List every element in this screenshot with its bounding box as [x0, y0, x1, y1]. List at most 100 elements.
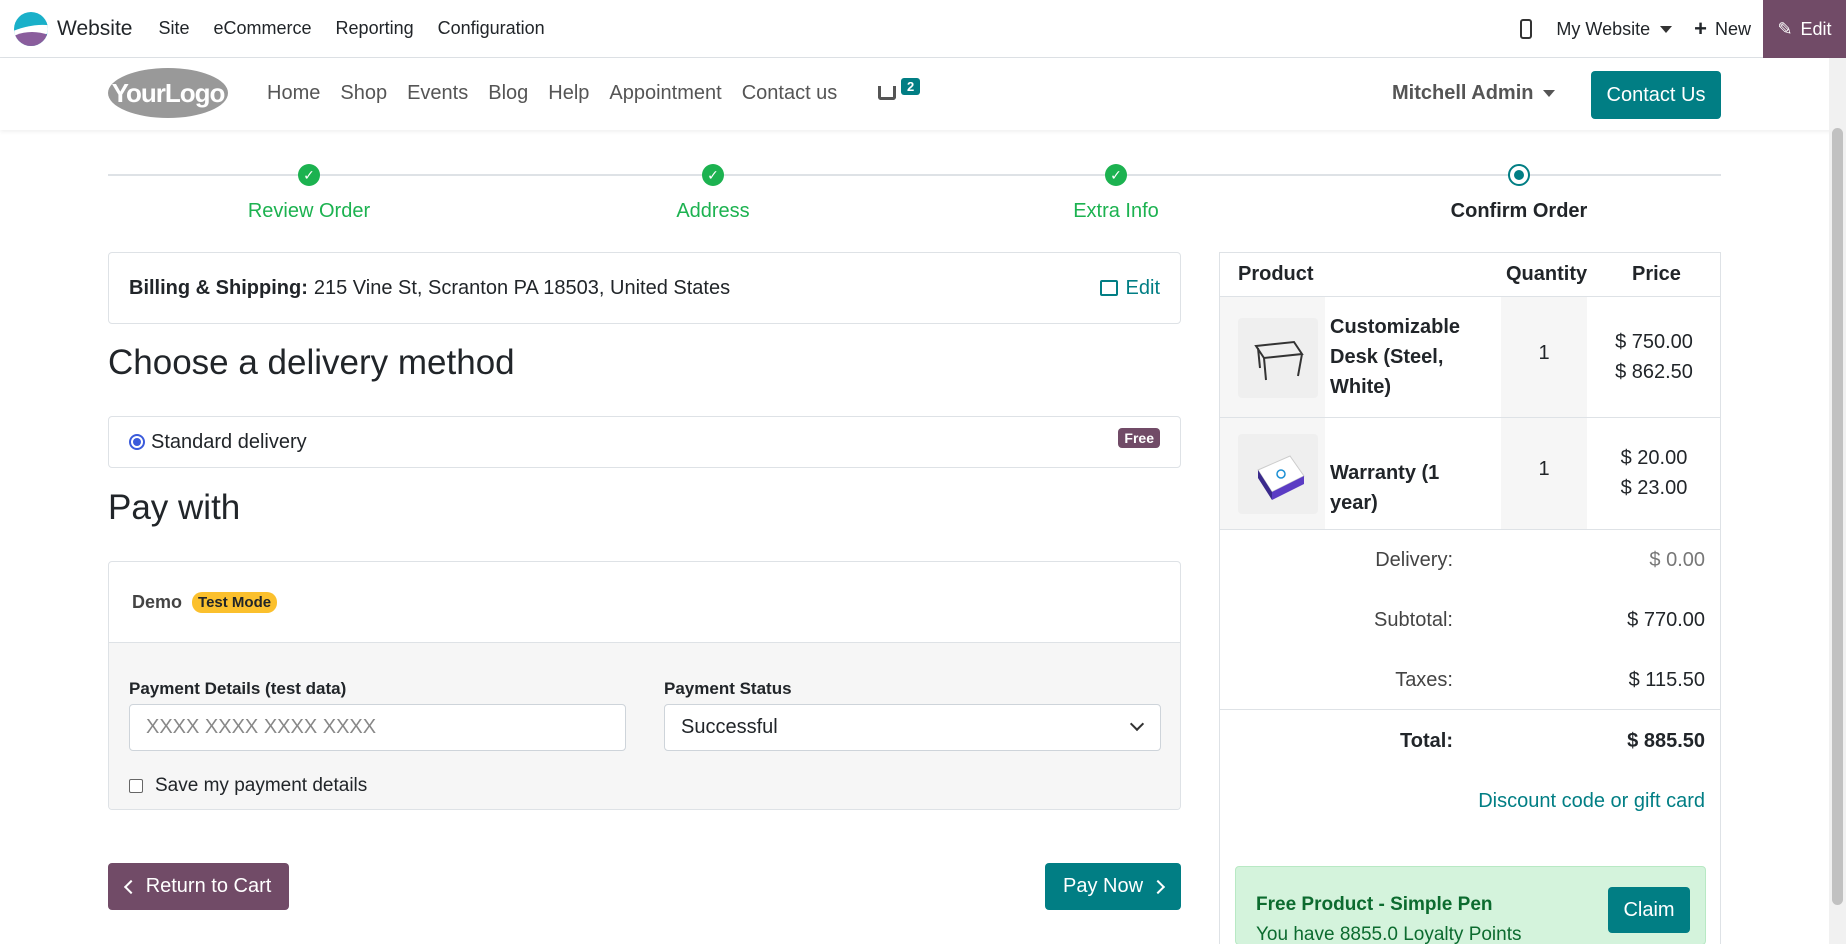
menu-ecommerce[interactable]: eCommerce — [214, 18, 312, 39]
website-selector[interactable]: My Website — [1556, 19, 1673, 40]
mobile-preview-icon[interactable] — [1520, 19, 1533, 39]
cart-icon[interactable] — [878, 86, 896, 100]
delivery-option[interactable]: Standard delivery Free — [108, 416, 1181, 468]
delivery-heading: Choose a delivery method — [108, 343, 515, 382]
header-product: Product — [1238, 263, 1314, 285]
edit-address-label: Edit — [1125, 276, 1160, 299]
subtotal-label: Subtotal: — [1374, 609, 1453, 631]
current-step-icon — [1508, 164, 1530, 186]
chevron-down-icon — [1129, 716, 1145, 732]
check-icon: ✓ — [702, 164, 724, 186]
save-payment-label: Save my payment details — [155, 775, 368, 796]
desk-icon — [1254, 340, 1304, 381]
caret-down-icon — [1660, 25, 1673, 33]
return-to-cart-button[interactable]: Return to Cart — [108, 863, 289, 910]
product-qty: 1 — [1538, 342, 1550, 364]
total-value: $ 885.50 — [1627, 730, 1705, 752]
product-name[interactable]: Warranty (1 year) — [1330, 458, 1490, 518]
provider-name: Demo — [132, 591, 183, 612]
nav-blog[interactable]: Blog — [488, 82, 528, 105]
nav-home[interactable]: Home — [267, 82, 320, 105]
product-image — [1238, 318, 1318, 398]
delivery-total-row: Delivery: $ 0.00 — [1220, 549, 1720, 579]
save-payment-checkbox[interactable] — [129, 779, 143, 793]
test-mode-badge: Test Mode — [192, 591, 278, 613]
header-quantity: Quantity — [1506, 263, 1588, 285]
save-payment-option[interactable]: Save my payment details — [129, 775, 367, 797]
price-untaxed: $ 750.00 — [1615, 331, 1693, 353]
payment-status-value: Successful — [681, 716, 778, 738]
menu-site[interactable]: Site — [158, 18, 189, 39]
delivery-radio[interactable] — [129, 434, 145, 450]
site-nav: Home Shop Events Blog Help Appointment C… — [267, 82, 857, 105]
promo-text: You have 8855.0 Loyalty Points — [1256, 924, 1522, 944]
free-badge: Free — [1118, 428, 1160, 448]
app-name[interactable]: Website — [57, 17, 132, 41]
delivery-option-label: Standard delivery — [151, 430, 307, 453]
pay-now-button[interactable]: Pay Now — [1045, 863, 1181, 910]
step-extra-info[interactable]: ✓ Extra Info — [1016, 164, 1216, 223]
payment-box: Demo Test Mode Payment Details (test dat… — [108, 561, 1181, 810]
taxes-row: Taxes: $ 115.50 — [1220, 669, 1720, 699]
summary-row: Warranty (1 year) 1 $ 20.00 $ 23.00 — [1220, 418, 1720, 530]
nav-appointment[interactable]: Appointment — [609, 82, 721, 105]
step-confirm-order: Confirm Order — [1419, 164, 1619, 223]
new-button-label: New — [1714, 18, 1751, 39]
subtotal-row: Subtotal: $ 770.00 — [1220, 609, 1720, 639]
menu-configuration[interactable]: Configuration — [438, 18, 545, 39]
step-review-order[interactable]: ✓ Review Order — [209, 164, 409, 223]
check-icon: ✓ — [1105, 164, 1127, 186]
price-taxed: $ 862.50 — [1615, 361, 1693, 383]
order-summary: Product Quantity Price Customizable Desk… — [1219, 252, 1721, 944]
taxes-label: Taxes: — [1395, 669, 1453, 691]
caret-down-icon — [1543, 90, 1556, 97]
total-label: Total: — [1400, 730, 1453, 752]
contact-us-button[interactable]: Contact Us — [1591, 71, 1721, 119]
new-button[interactable]: + New — [1694, 16, 1751, 42]
billing-label: Billing & Shipping: — [129, 276, 308, 299]
payment-details-label: Payment Details (test data) — [129, 679, 347, 698]
cart-count-badge: 2 — [901, 78, 921, 95]
step-label: Review Order — [247, 200, 371, 222]
edit-page-button[interactable]: ✎ Edit — [1763, 0, 1846, 58]
nav-help[interactable]: Help — [548, 82, 589, 105]
step-label: Address — [676, 200, 750, 222]
payment-provider-row[interactable]: Demo Test Mode — [109, 562, 1180, 643]
edit-address-link[interactable]: Edit — [1099, 276, 1160, 300]
admin-bar: Website Site eCommerce Reporting Configu… — [0, 0, 1846, 58]
discount-code-link[interactable]: Discount code or gift card — [1478, 790, 1705, 813]
payment-status-select[interactable]: Successful — [664, 704, 1161, 751]
menu-reporting[interactable]: Reporting — [336, 18, 414, 39]
user-menu[interactable]: Mitchell Admin — [1392, 82, 1556, 105]
odoo-website-app-icon[interactable] — [14, 11, 48, 46]
nav-shop[interactable]: Shop — [340, 82, 387, 105]
chevron-right-icon — [1150, 879, 1166, 894]
delivery-total-value: $ 0.00 — [1649, 549, 1705, 571]
payment-form: Payment Details (test data) XXXX XXXX XX… — [109, 643, 1180, 809]
product-name[interactable]: Customizable Desk (Steel, White) — [1330, 312, 1490, 402]
product-price: $ 20.00 $ 23.00 — [1587, 443, 1721, 503]
subtotal-value: $ 770.00 — [1627, 609, 1705, 631]
summary-row: Customizable Desk (Steel, White) 1 $ 750… — [1220, 297, 1720, 418]
chevron-left-icon — [123, 879, 138, 894]
return-to-cart-label: Return to Cart — [145, 875, 272, 897]
edit-page-label: Edit — [1800, 18, 1832, 39]
site-header: YourLogo Home Shop Events Blog Help Appo… — [0, 58, 1846, 130]
total-row: Total: $ 885.50 — [1220, 730, 1720, 760]
payment-details-input[interactable]: XXXX XXXX XXXX XXXX — [129, 704, 626, 751]
loyalty-promo: Free Product - Simple Pen You have 8855.… — [1235, 866, 1706, 944]
nav-contact-us[interactable]: Contact us — [742, 82, 838, 105]
step-address[interactable]: ✓ Address — [613, 164, 813, 223]
scrollbar-thumb[interactable] — [1832, 128, 1843, 905]
claim-button[interactable]: Claim — [1608, 887, 1690, 933]
page-scrollbar[interactable] — [1829, 58, 1846, 944]
payment-status-label: Payment Status — [664, 679, 792, 698]
nav-events[interactable]: Events — [407, 82, 468, 105]
delivery-total-label: Delivery: — [1375, 549, 1453, 571]
billing-shipping-box: Billing & Shipping: 215 Vine St, Scranto… — [108, 252, 1181, 324]
site-logo[interactable]: YourLogo — [108, 68, 228, 118]
product-qty: 1 — [1538, 458, 1550, 480]
product-price: $ 750.00 $ 862.50 — [1587, 327, 1721, 387]
price-untaxed: $ 20.00 — [1620, 447, 1688, 469]
price-taxed: $ 23.00 — [1620, 477, 1688, 499]
